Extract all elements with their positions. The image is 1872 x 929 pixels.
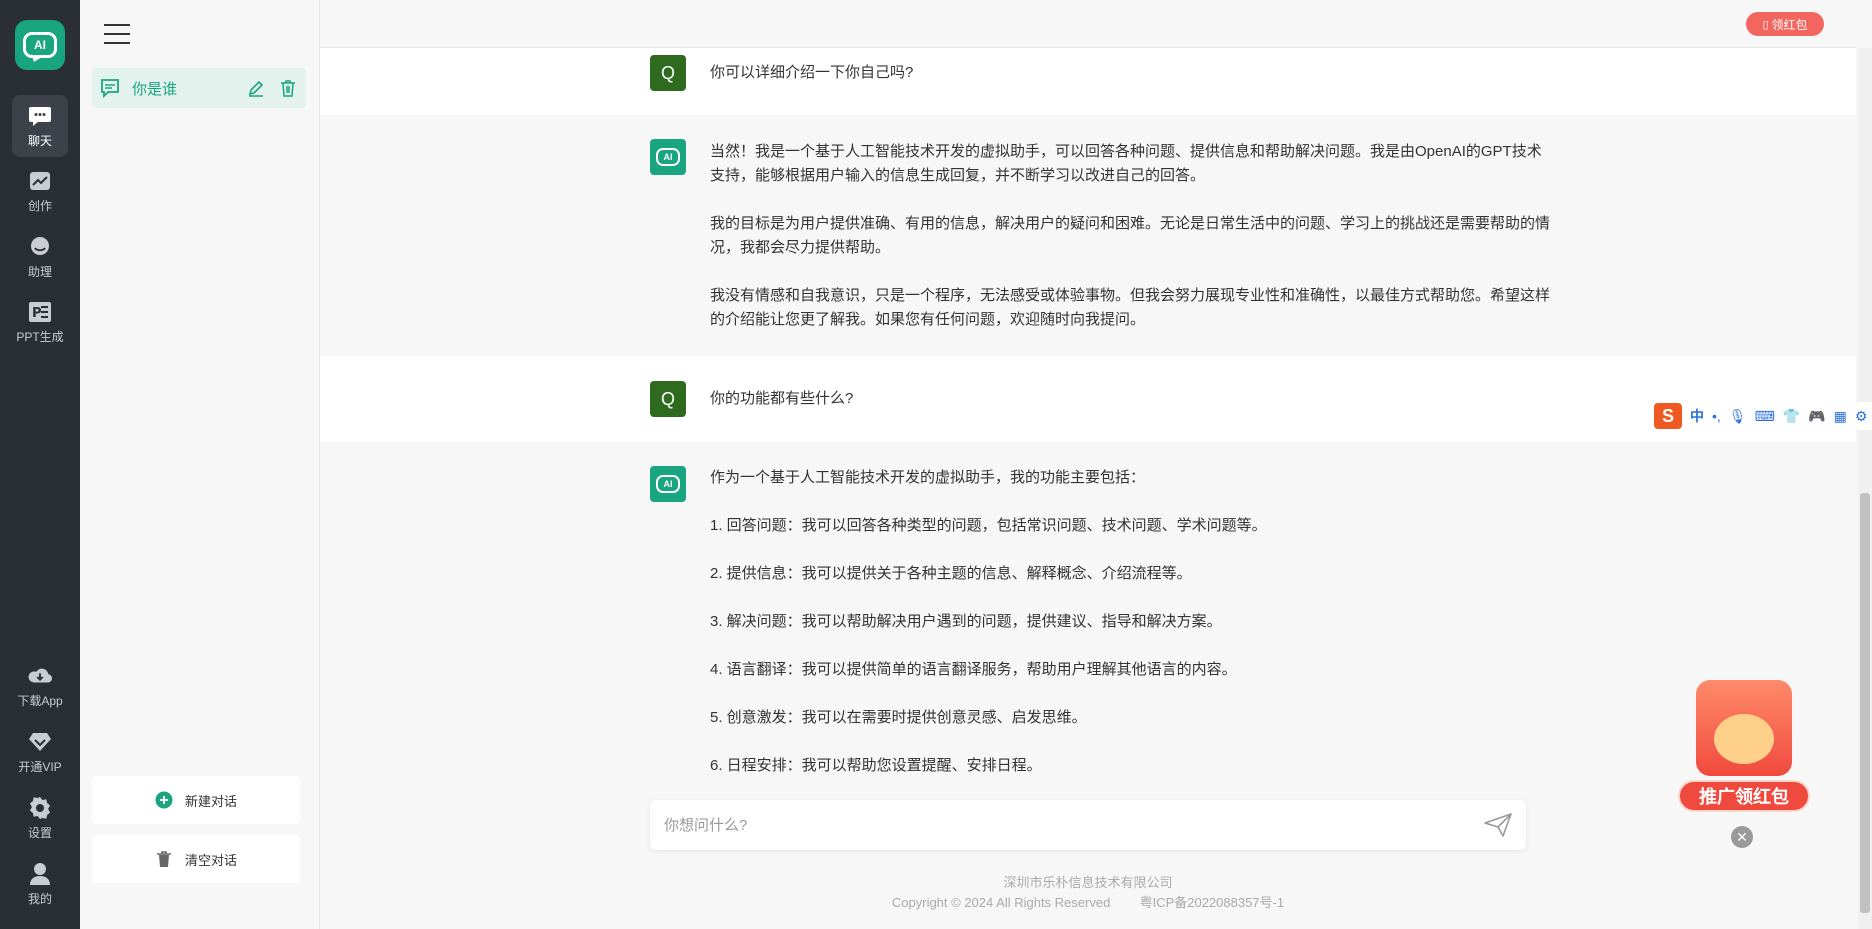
skin-icon[interactable]: 👕 — [1783, 408, 1800, 425]
message-user: Q 你的功能都有些什么? — [320, 356, 1856, 442]
apps-grid-icon[interactable]: ▦ — [1834, 408, 1847, 425]
promo-close-icon[interactable]: ✕ — [1731, 826, 1753, 848]
chat-main: ▯ 领红包 Q 你可以详细介绍一下你自己吗? AI 当然！我是一个基于人工智能技… — [320, 0, 1872, 929]
sogou-logo-icon[interactable]: S — [1654, 403, 1682, 429]
chat-input[interactable] — [664, 800, 1464, 850]
rail-label: PPT生成 — [16, 329, 64, 344]
message-text: 你可以详细介绍一下你自己吗? — [710, 64, 914, 81]
message-paragraph: 1. 回答问题：我可以回答各种类型的问题，包括常识问题、技术问题、学术问题等。 — [710, 517, 1267, 534]
rail-item-assistant[interactable]: 助理 — [12, 226, 68, 288]
bot-avatar: AI — [650, 466, 686, 502]
message-text: 作为一个基于人工智能技术开发的虚拟助手，我的功能主要包括： 1. 回答问题：我可… — [710, 466, 1550, 802]
ime-toolbar: S 中 •, 🎙 ⌨ 👕 🎮 ▦ ⚙ — [1650, 402, 1872, 430]
microphone-icon[interactable]: 🎙 — [1729, 408, 1747, 425]
scrollbar[interactable] — [1858, 48, 1872, 929]
chat-icon — [28, 104, 52, 128]
ppt-icon: P — [28, 300, 52, 324]
scrollbar-thumb[interactable] — [1860, 493, 1870, 913]
footer-copyright: Copyright © 2024 All Rights Reserved — [891, 895, 1111, 910]
message-paragraph: 作为一个基于人工智能技术开发的虚拟助手，我的功能主要包括： — [710, 469, 1146, 486]
ime-mode-toggle[interactable]: 中 — [1690, 406, 1704, 426]
rail-item-download[interactable]: 下载App — [12, 655, 68, 717]
rail-label: 我的 — [27, 891, 52, 906]
ime-settings-icon[interactable]: ⚙ — [1855, 408, 1868, 425]
message-paragraph: 我的目标是为用户提供准确、有用的信息，解决用户的疑问和困难。无论是日常生活中的问… — [710, 215, 1551, 256]
rail-label: 设置 — [27, 825, 52, 840]
app-logo[interactable]: AI — [15, 20, 65, 70]
user-avatar: Q — [650, 381, 686, 417]
rail-item-settings[interactable]: 设置 — [12, 787, 68, 849]
game-icon[interactable]: 🎮 — [1808, 408, 1825, 425]
menu-toggle-icon[interactable] — [104, 24, 130, 46]
conversation-item[interactable]: 你是谁 — [92, 68, 306, 108]
message-paragraph: 4. 语言翻译：我可以提供简单的语言翻译服务，帮助用户理解其他语言的内容。 — [710, 661, 1237, 678]
logo-bubble-icon: AI — [23, 32, 57, 58]
message-text: 你的功能都有些什么? — [710, 390, 854, 407]
message-paragraph: 5. 创意激发：我可以在需要时提供创意灵感、启发思维。 — [710, 709, 1087, 726]
message-paragraph: 2. 提供信息：我可以提供关于各种主题的信息、解释概念、介绍流程等。 — [710, 565, 1192, 582]
rail-label: 创作 — [27, 198, 52, 213]
message-text: 当然！我是一个基于人工智能技术开发的虚拟助手，可以回答各种问题、提供信息和帮助解… — [710, 140, 1550, 356]
redpacket-icon: ▯ — [1762, 18, 1769, 31]
chart-icon — [28, 169, 52, 193]
download-icon — [28, 664, 52, 688]
footer: 深圳市乐朴信息技术有限公司 Copyright © 2024 All Right… — [650, 873, 1526, 913]
message-paragraph: 3. 解决问题：我可以帮助解决用户遇到的问题，提供建议、指导和解决方案。 — [710, 613, 1222, 630]
redpacket-label: 领红包 — [1771, 17, 1808, 32]
rail-label: 聊天 — [27, 133, 52, 148]
conversation-title: 你是谁 — [132, 80, 178, 98]
top-bar: ▯ 领红包 — [320, 0, 1856, 48]
new-chat-button[interactable]: 新建对话 — [92, 776, 300, 824]
ai-bubble-icon: AI — [656, 148, 680, 166]
ai-bubble-icon: AI — [656, 475, 680, 493]
edit-icon[interactable] — [246, 78, 266, 98]
footer-copyright-line: Copyright © 2024 All Rights Reserved 粤IC… — [650, 893, 1526, 913]
message-user: Q 你可以详细介绍一下你自己吗? — [320, 48, 1856, 115]
coin-icon — [1714, 714, 1774, 764]
message-paragraph: 当然！我是一个基于人工智能技术开发的虚拟助手，可以回答各种问题、提供信息和帮助解… — [710, 143, 1542, 184]
new-chat-label: 新建对话 — [184, 793, 237, 809]
rail-item-ppt[interactable]: P PPT生成 — [12, 291, 68, 353]
promo-widget[interactable]: 推广领红包 — [1676, 660, 1812, 820]
message-paragraph: 我没有情感和自我意识，只是一个程序，无法感受或体验事物。但我会努力展现专业性和准… — [710, 287, 1551, 328]
rail-label: 开通VIP — [18, 759, 62, 774]
rail-item-me[interactable]: 我的 — [12, 853, 68, 915]
send-icon[interactable] — [1484, 813, 1512, 837]
message-bot: AI 作为一个基于人工智能技术开发的虚拟助手，我的功能主要包括： 1. 回答问题… — [320, 442, 1856, 802]
user-icon — [28, 862, 52, 886]
gear-icon — [28, 796, 52, 820]
svg-text:P: P — [32, 306, 42, 321]
chat-input-box — [650, 800, 1526, 850]
promo-label[interactable]: 推广领红包 — [1678, 780, 1810, 812]
redpacket-button[interactable]: ▯ 领红包 — [1746, 12, 1824, 36]
clear-chat-button[interactable]: 清空对话 — [92, 835, 300, 883]
logo-text: AI — [34, 38, 46, 52]
delete-icon[interactable] — [278, 78, 298, 98]
trash-icon — [155, 850, 173, 868]
rail-label: 助理 — [27, 264, 52, 279]
rail-item-create[interactable]: 创作 — [12, 160, 68, 222]
footer-company: 深圳市乐朴信息技术有限公司 — [1003, 875, 1173, 890]
footer-icp-link[interactable]: 粤ICP备2022088357号-1 — [1140, 895, 1285, 910]
message-bot: AI 当然！我是一个基于人工智能技术开发的虚拟助手，可以回答各种问题、提供信息和… — [320, 115, 1856, 356]
rail-label: 下载App — [17, 693, 63, 708]
conversation-icon — [100, 78, 120, 98]
keyboard-icon[interactable]: ⌨ — [1755, 408, 1775, 425]
user-avatar: Q — [650, 55, 686, 91]
clear-chat-label: 清空对话 — [184, 852, 237, 868]
conversation-sidebar: 你是谁 新建对话 清空对话 — [80, 0, 320, 929]
diamond-icon — [28, 730, 52, 754]
left-rail: AI 聊天 创作 助理 P PPT生成 下载App 开通VIP 设置 我的 — [0, 0, 80, 929]
message-paragraph: 6. 日程安排：我可以帮助您设置提醒、安排日程。 — [710, 757, 1042, 774]
rail-item-chat[interactable]: 聊天 — [12, 95, 68, 157]
punctuation-icon[interactable]: •, — [1712, 408, 1721, 424]
plus-circle-icon — [155, 791, 173, 809]
rail-item-vip[interactable]: 开通VIP — [12, 721, 68, 783]
bot-avatar: AI — [650, 139, 686, 175]
assistant-icon — [28, 235, 52, 259]
